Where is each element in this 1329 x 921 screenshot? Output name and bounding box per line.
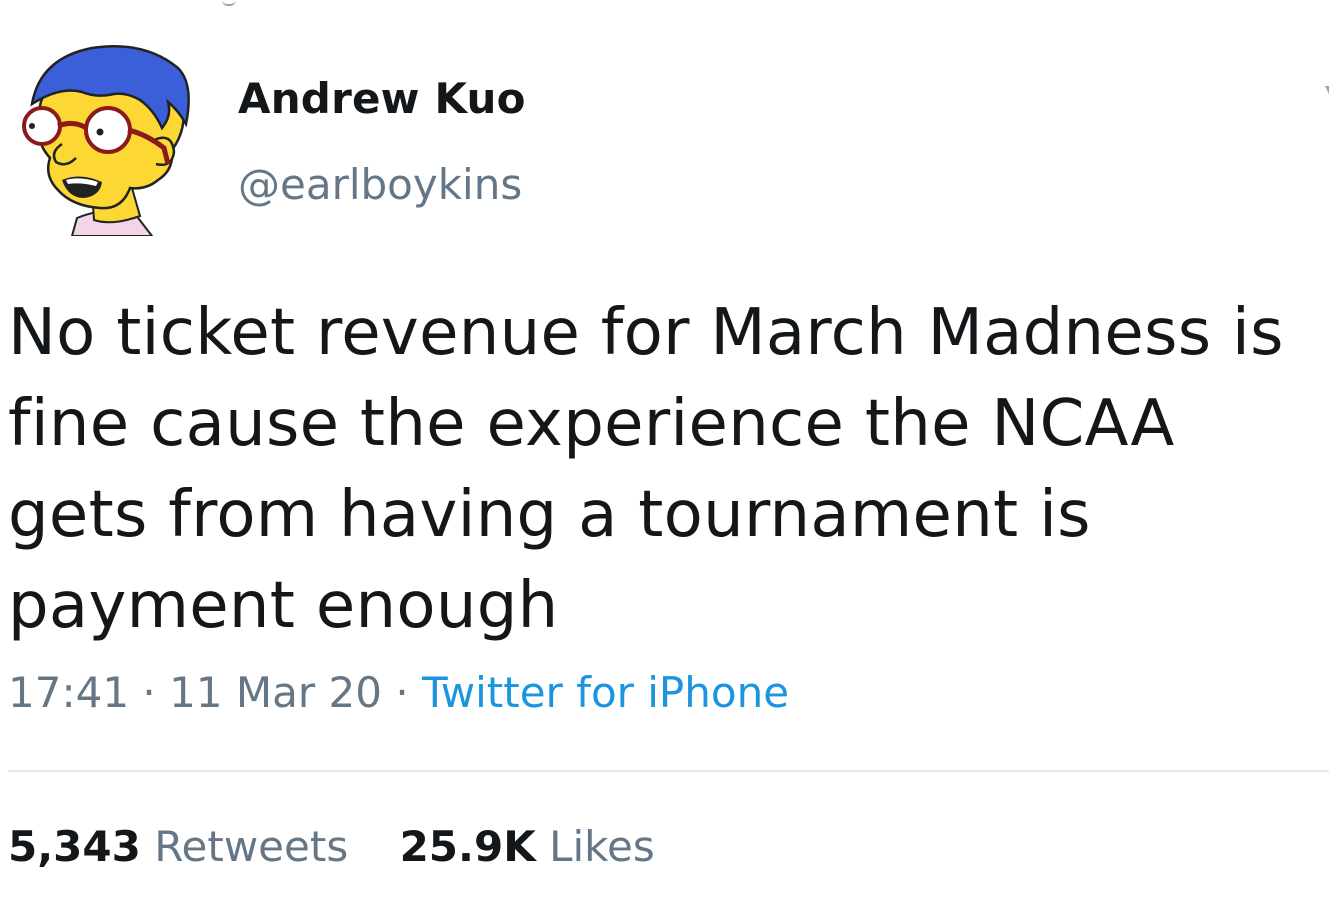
meta-separator: · [142,668,156,717]
tweet-stats: 5,343 Retweets 25.9K Likes [8,822,693,871]
likes-label: Likes [549,822,655,871]
tweet-time[interactable]: 17:41 [8,668,129,717]
retweets-label: Retweets [154,822,349,871]
tweet-source-link[interactable]: Twitter for iPhone [422,668,789,717]
likes-count: 25.9K [399,822,536,871]
retweets-stat[interactable]: 5,343 Retweets [8,822,348,871]
tweet-meta: 17:41 · 11 Mar 20 · Twitter for iPhone [8,668,789,717]
chevron-down-icon[interactable]: ▼ [1325,84,1329,98]
meta-separator: · [395,668,409,717]
tweet-date[interactable]: 11 Mar 20 [169,668,382,717]
likes-stat[interactable]: 25.9K Likes [400,822,655,871]
display-name[interactable]: Andrew Kuo [238,74,526,123]
avatar[interactable] [22,40,198,236]
user-handle[interactable]: @earlboykins [238,160,522,209]
tweet-text: No ticket revenue for March Madness is f… [8,296,1284,643]
divider [8,770,1329,772]
retweets-count: 5,343 [8,822,141,871]
cartoon-avatar-icon [22,44,190,236]
tweet-card: Andrew Kuo @earlboykins ▼ No ticket reve… [0,0,1329,921]
previous-tweet-edge [222,0,236,6]
